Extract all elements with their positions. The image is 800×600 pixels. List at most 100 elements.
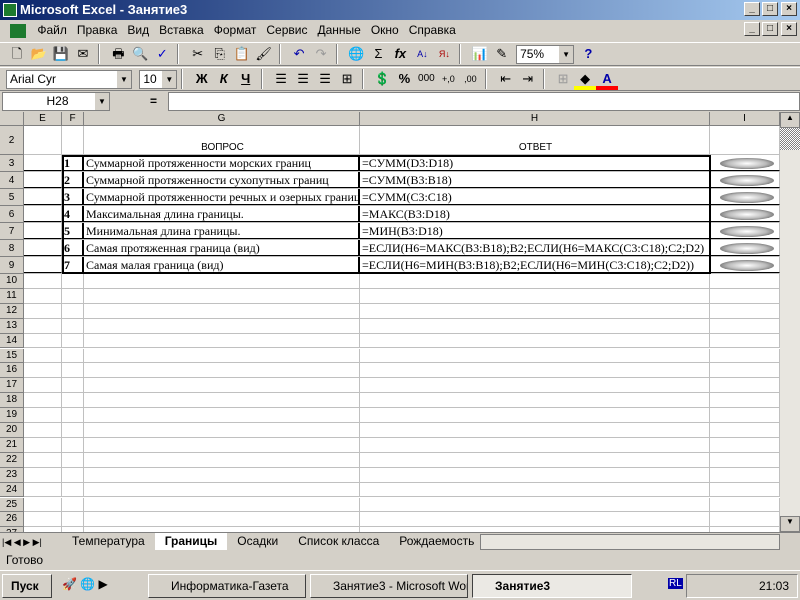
- row-header[interactable]: 23: [0, 467, 24, 483]
- cell[interactable]: [62, 378, 84, 393]
- question-cell[interactable]: Самая протяженная граница (вид): [84, 240, 360, 256]
- cell[interactable]: [710, 126, 780, 154]
- cell[interactable]: [360, 303, 710, 318]
- cell[interactable]: [360, 363, 710, 378]
- cell[interactable]: [62, 512, 84, 527]
- undo-icon[interactable]: ↶: [288, 43, 310, 65]
- cell[interactable]: [84, 333, 360, 348]
- increase-decimal-icon[interactable]: +,0: [437, 68, 459, 90]
- menu-item[interactable]: Данные: [317, 23, 360, 37]
- item-number[interactable]: 4: [62, 206, 84, 222]
- oval-button[interactable]: [720, 158, 774, 169]
- cell[interactable]: [24, 257, 62, 273]
- print-icon[interactable]: 🖶: [107, 43, 129, 65]
- cell[interactable]: [360, 482, 710, 497]
- cell[interactable]: [24, 393, 62, 408]
- scroll-thumb[interactable]: [780, 128, 800, 150]
- cell[interactable]: [24, 223, 62, 239]
- format-painter-icon[interactable]: 🖌: [253, 43, 275, 65]
- menu-item[interactable]: Вид: [127, 23, 149, 37]
- hyperlink-icon[interactable]: 🌐: [345, 43, 367, 65]
- vertical-scrollbar[interactable]: ▲ ▼: [780, 112, 800, 532]
- cell[interactable]: [24, 240, 62, 256]
- row-header[interactable]: 4: [0, 172, 24, 189]
- thousands-button[interactable]: 000: [415, 68, 437, 90]
- cell[interactable]: [62, 274, 84, 288]
- font-color-icon[interactable]: A: [596, 68, 619, 90]
- oval-button[interactable]: [720, 192, 774, 203]
- cell[interactable]: [24, 206, 62, 222]
- select-all[interactable]: [0, 112, 24, 126]
- row-header[interactable]: 14: [0, 333, 24, 349]
- borders-icon[interactable]: ⊞: [552, 68, 574, 90]
- doc-restore-button[interactable]: □: [762, 22, 778, 36]
- cell[interactable]: [84, 437, 360, 452]
- cell[interactable]: [24, 274, 62, 288]
- row-header[interactable]: 2: [0, 126, 24, 155]
- worksheet-grid[interactable]: E F G H I 2 ВОПРОС ОТВЕТ 3 1 Суммарной протяж…: [0, 112, 780, 532]
- formula-cell[interactable]: =МИН(B3:D18): [360, 223, 710, 239]
- doc-close-button[interactable]: ×: [781, 22, 797, 36]
- active-sheet-tab[interactable]: Границы: [154, 533, 228, 550]
- cell[interactable]: [710, 378, 780, 393]
- font-size-select[interactable]: 10 ▼: [139, 70, 178, 89]
- cell[interactable]: [24, 348, 62, 363]
- row-header[interactable]: 19: [0, 408, 24, 423]
- cell[interactable]: [62, 423, 84, 437]
- menu-item[interactable]: Справка: [409, 23, 456, 37]
- cell[interactable]: [24, 497, 62, 512]
- row-header[interactable]: 24: [0, 482, 24, 498]
- row-header[interactable]: 12: [0, 303, 24, 319]
- cell[interactable]: [84, 423, 360, 437]
- row-header[interactable]: 8: [0, 240, 24, 257]
- tab-navigation[interactable]: |◀ ◀ ▶ ▶|: [0, 537, 62, 548]
- cell[interactable]: [24, 437, 62, 452]
- cell[interactable]: [360, 512, 710, 527]
- cell[interactable]: [62, 467, 84, 482]
- close-button[interactable]: ×: [781, 2, 797, 16]
- cell[interactable]: [84, 393, 360, 408]
- item-number[interactable]: 7: [62, 257, 84, 273]
- cell[interactable]: [710, 274, 780, 288]
- autosum-icon[interactable]: Σ: [367, 43, 389, 65]
- row-header[interactable]: 17: [0, 378, 24, 394]
- cell[interactable]: [710, 223, 780, 239]
- cell[interactable]: [710, 172, 780, 188]
- cell[interactable]: [24, 155, 62, 171]
- formula-cell[interactable]: =ЕСЛИ(H6=МАКС(B3:B18);B2;ЕСЛИ(H6=МАКС(C3…: [360, 240, 710, 256]
- copy-icon[interactable]: ⎘: [209, 43, 231, 65]
- merge-center-icon[interactable]: ⊞: [336, 68, 358, 90]
- cell[interactable]: [62, 303, 84, 318]
- cell[interactable]: [360, 378, 710, 393]
- column-header-i[interactable]: I: [710, 112, 780, 126]
- column-header-h[interactable]: H: [360, 112, 710, 126]
- cell[interactable]: [62, 437, 84, 452]
- menu-item[interactable]: Сервис: [266, 23, 307, 37]
- drawing-icon[interactable]: ✎: [491, 43, 513, 65]
- sort-ascending-icon[interactable]: А↓: [411, 43, 433, 65]
- cell[interactable]: [710, 155, 780, 171]
- cell[interactable]: [62, 288, 84, 303]
- cell[interactable]: [24, 189, 62, 205]
- cell[interactable]: [84, 482, 360, 497]
- cell[interactable]: [84, 274, 360, 288]
- formula-cell[interactable]: =СУММ(C3:C18): [360, 189, 710, 205]
- underline-button[interactable]: Ч: [235, 68, 257, 90]
- question-cell[interactable]: Суммарной протяженности морских границ: [84, 155, 360, 171]
- cell[interactable]: [24, 423, 62, 437]
- zoom-select[interactable]: 75% ▼: [516, 45, 575, 64]
- align-left-icon[interactable]: ☰: [270, 68, 292, 90]
- cell[interactable]: [24, 378, 62, 393]
- save-icon[interactable]: 💾: [50, 43, 72, 65]
- increase-indent-icon[interactable]: ⇥: [517, 68, 539, 90]
- cell[interactable]: [84, 318, 360, 333]
- menu-item[interactable]: Файл: [37, 23, 67, 37]
- cell[interactable]: [84, 408, 360, 422]
- question-cell[interactable]: Суммарной протяженности речных и озерных…: [84, 189, 360, 205]
- row-header[interactable]: 15: [0, 348, 24, 364]
- row-header[interactable]: 13: [0, 318, 24, 334]
- cell[interactable]: [710, 482, 780, 497]
- cell[interactable]: [24, 467, 62, 482]
- row-header[interactable]: 16: [0, 363, 24, 379]
- language-indicator[interactable]: RL: [668, 578, 683, 589]
